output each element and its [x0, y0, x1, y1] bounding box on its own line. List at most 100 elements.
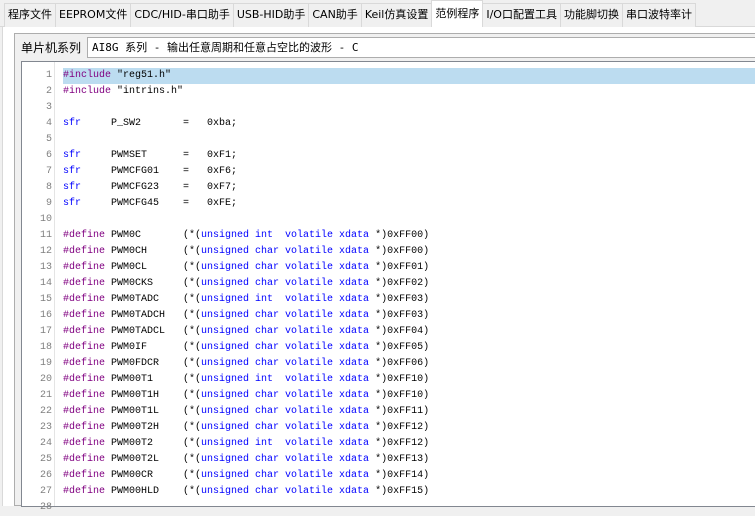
code-token-kw: unsigned char volatile xdata [201, 422, 370, 433]
series-select[interactable]: AI8G 系列 - 输出任意周期和任意占空比的波形 - C [87, 37, 755, 58]
code-line: 23 #define PWM00T2H (*(unsigned char vola… [22, 420, 755, 436]
code-token-pp: #define [63, 326, 106, 337]
code-token-pl: PWM00T1 (*( [105, 374, 202, 385]
line-text [63, 212, 755, 228]
code-token-pl: PWM00HLD (*( [105, 486, 202, 497]
code-token-kw: sfr [63, 166, 82, 177]
code-token-pl: *)0xFF01) [369, 262, 430, 273]
code-line: 27 #define PWM00HLD (*(unsigned char vola… [22, 484, 755, 500]
code-line: 7 sfr PWMCFG01 = 0xF6; [22, 164, 755, 180]
code-line: 1 #include "reg51.h" [22, 68, 755, 84]
code-line: 19 #define PWM0FDCR (*(unsigned char vola… [22, 356, 755, 372]
tab-4[interactable]: CAN助手 [308, 3, 362, 27]
code-token-pp: #define [63, 310, 106, 321]
code-token-kw: unsigned char volatile xdata [201, 358, 370, 369]
line-text: #define PWM00HLD (*(unsigned char volati… [63, 484, 755, 500]
code-lines: 1 #include "reg51.h" 2 #include "intrins.h"… [22, 68, 755, 516]
code-token-pl: PWM0C (*( [105, 230, 202, 241]
line-text: #include "intrins.h" [63, 84, 755, 100]
line-number: 16 [39, 310, 52, 321]
code-token-pl: *)0xFF06) [369, 358, 430, 369]
code-token-pl: PWMCFG23 = 0xF7; [81, 182, 238, 193]
line-text [63, 132, 755, 148]
code-token-pp: #define [63, 454, 106, 465]
code-token-pp: #define [63, 406, 106, 417]
code-token-kw: unsigned char volatile xdata [201, 406, 370, 417]
code-token-kw: unsigned char volatile xdata [201, 470, 370, 481]
code-line: 17 #define PWM0TADCL (*(unsigned char vol… [22, 324, 755, 340]
line-number: 28 [39, 502, 52, 513]
code-line: 21 #define PWM00T1H (*(unsigned char vola… [22, 388, 755, 404]
code-token-kw: unsigned int volatile xdata [201, 374, 370, 385]
code-line: 4 sfr P_SW2 = 0xba; [22, 116, 755, 132]
code-token-kw: unsigned char volatile xdata [201, 486, 370, 497]
code-token-pl: PWM00T1L (*( [105, 406, 202, 417]
line-number: 9 [45, 198, 52, 209]
tab-2[interactable]: CDC/HID-串口助手 [130, 3, 234, 27]
tab-8[interactable]: 功能脚切换 [559, 3, 623, 27]
line-text: sfr PWMSET = 0xF1; [63, 148, 755, 164]
tab-6[interactable]: 范例程序 [431, 0, 484, 27]
code-token-pl: P_SW2 = 0xba; [81, 118, 238, 129]
line-text: #define PWM0CL (*(unsigned char volatile… [63, 260, 755, 276]
code-token-pl: *)0xFF00) [369, 246, 430, 257]
code-token-kw: unsigned char volatile xdata [201, 454, 370, 465]
line-number: 24 [39, 438, 52, 449]
line-text: #define PWM0CH (*(unsigned char volatile… [63, 244, 755, 260]
code-token-pl: *)0xFF02) [369, 278, 430, 289]
code-token-pl: PWM0CL (*( [105, 262, 202, 273]
tab-7[interactable]: I/O口配置工具 [482, 3, 561, 27]
line-number: 23 [39, 422, 52, 433]
line-text: #define PWM00T2L (*(unsigned char volati… [63, 452, 755, 468]
code-token-pp: #define [63, 230, 106, 241]
line-text: #define PWM0TADCH (*(unsigned char volat… [63, 308, 755, 324]
line-number: 2 [45, 86, 52, 97]
tab-3[interactable]: USB-HID助手 [232, 3, 310, 27]
line-number: 3 [45, 102, 52, 113]
code-token-pl: PWM0CKS (*( [105, 278, 202, 289]
code-token-pp: #define [63, 438, 106, 449]
code-token-kw: unsigned int volatile xdata [201, 294, 370, 305]
code-token-kw: unsigned char volatile xdata [201, 342, 370, 353]
code-token-pl: *)0xFF03) [369, 310, 430, 321]
code-token-pl: *)0xFF14) [369, 470, 430, 481]
code-token-kw: unsigned char volatile xdata [201, 246, 370, 257]
code-token-pl: *)0xFF00) [369, 230, 430, 241]
code-token-pp: #define [63, 470, 106, 481]
code-token-pp: #define [63, 422, 106, 433]
code-line: 24 #define PWM00T2 (*(unsigned int volati… [22, 436, 755, 452]
code-line: 11 #define PWM0C (*(unsigned int volatile… [22, 228, 755, 244]
code-token-pl: *)0xFF04) [369, 326, 430, 337]
code-token-pl: PWM00T2 (*( [105, 438, 202, 449]
code-token-pl: *)0xFF13) [369, 454, 430, 465]
code-token-pl: PWM0CH (*( [105, 246, 202, 257]
code-token-kw: sfr [63, 198, 82, 209]
code-token-pp: #define [63, 342, 106, 353]
line-number: 27 [39, 486, 52, 497]
tab-5[interactable]: Keil仿真设置 [360, 3, 433, 27]
code-line: 9 sfr PWMCFG45 = 0xFE; [22, 196, 755, 212]
code-editor[interactable]: 1 #include "reg51.h" 2 #include "intrins.h"… [21, 61, 755, 513]
code-token-pl: *)0xFF15) [369, 486, 430, 497]
code-token-pl: PWM00CR (*( [105, 470, 202, 481]
code-line: 8 sfr PWMCFG23 = 0xF7; [22, 180, 755, 196]
line-text: sfr P_SW2 = 0xba; [63, 116, 755, 132]
code-token-kw: unsigned int volatile xdata [201, 230, 370, 241]
code-token-pl: PWMSET = 0xF1; [81, 150, 238, 161]
code-token-pp: #define [63, 374, 106, 385]
line-text: sfr PWMCFG01 = 0xF6; [63, 164, 755, 180]
line-text: #define PWM0TADCL (*(unsigned char volat… [63, 324, 755, 340]
code-token-pl: *)0xFF12) [369, 422, 430, 433]
code-token-pp: #include [63, 70, 112, 81]
line-number: 22 [39, 406, 52, 417]
tab-9[interactable]: 串口波特率计 [621, 3, 696, 27]
code-token-kw: sfr [63, 182, 82, 193]
code-token-pl: *)0xFF05) [369, 342, 430, 353]
code-token-kw: unsigned char volatile xdata [201, 326, 370, 337]
line-text: sfr PWMCFG45 = 0xFE; [63, 196, 755, 212]
tab-0[interactable]: 程序文件 [4, 3, 56, 27]
line-text: #define PWM0CKS (*(unsigned char volatil… [63, 276, 755, 292]
code-line: 13 #define PWM0CL (*(unsigned char volati… [22, 260, 755, 276]
code-line: 14 #define PWM0CKS (*(unsigned char volat… [22, 276, 755, 292]
tab-1[interactable]: EEPROM文件 [55, 3, 132, 27]
